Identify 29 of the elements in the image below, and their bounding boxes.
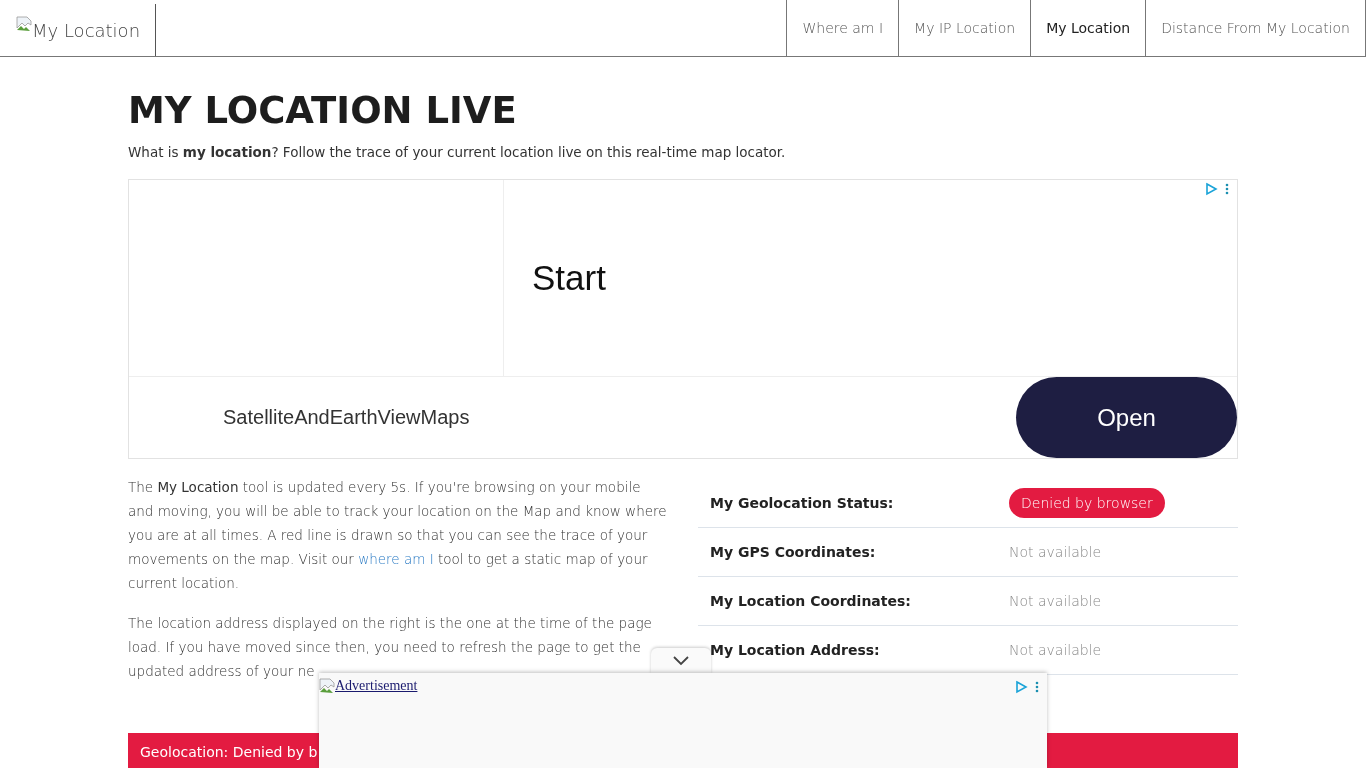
ad-choices-icon[interactable] (1205, 182, 1231, 196)
open-button[interactable]: Open (1016, 377, 1237, 458)
advertisement-link[interactable]: Advertisement (319, 678, 418, 694)
banner-text: Geolocation: Denied by b (140, 744, 318, 760)
chevron-down-icon (673, 656, 689, 666)
info-value: Not available (1009, 593, 1102, 609)
info-value: Not available (1009, 642, 1102, 658)
ad-choices-icon[interactable] (1015, 680, 1041, 694)
page-title: MY LOCATION LIVE (128, 89, 518, 132)
info-label: My Location Address: (710, 642, 881, 658)
nav-link[interactable]: Distance From My Location (1145, 0, 1366, 56)
logo-alt-text: My Location (32, 20, 141, 41)
body-paragraph: The location address displayed on the right is the one at the time of the page load. If you have moved since then, you need to refresh the page to get the updated address of your ne (128, 614, 653, 680)
nav-link[interactable]: Where am I (786, 0, 899, 56)
nav-link[interactable]: My IP Location (898, 0, 1031, 56)
where-am-i-link[interactable]: where am I (358, 551, 434, 567)
info-label: My Location Coordinates: (710, 593, 912, 609)
ad-headline: Start (532, 258, 606, 298)
info-label: My GPS Coordinates: (710, 544, 877, 560)
logo-image[interactable]: My Location (0, 0, 156, 56)
broken-image-icon (16, 16, 32, 32)
info-label: My Geolocation Status: (710, 495, 895, 511)
info-value: Not available (1009, 544, 1102, 560)
advertiser-name: SatelliteAndEarthViewMaps (222, 406, 470, 429)
status-badge: Denied by browser (1009, 488, 1165, 518)
body-paragraph: The My Location tool is updated every 5s. If you're browsing on your mobile and moving, you will be able to track your location on the Map and know where you are at all times. A red line is drawn so that you can see the trace of your movements on the map. Visit our where am I tool to get a static map of your current location. (128, 478, 668, 593)
collapse-tab[interactable] (651, 648, 711, 674)
intro-text: What is my location? Follow the trace of your current location live on this real-time map locator. (128, 144, 787, 160)
nav-link[interactable]: My Location (1030, 0, 1146, 56)
